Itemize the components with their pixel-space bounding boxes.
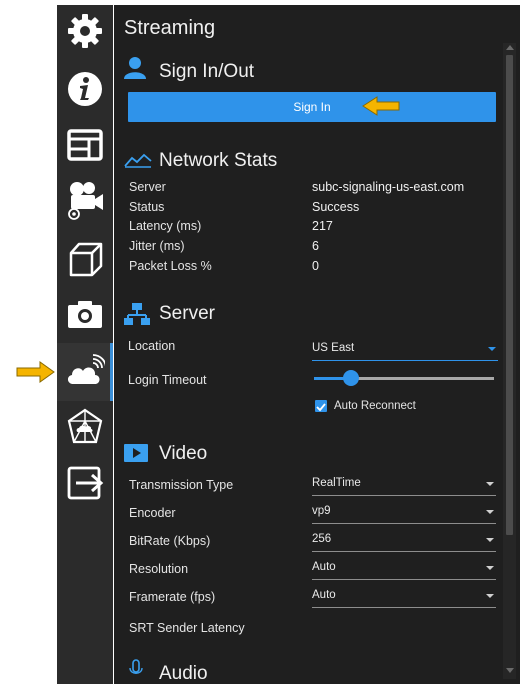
transmission-type-value: RealTime: [312, 477, 361, 489]
location-select[interactable]: US East: [312, 337, 498, 361]
icon-rail: [57, 5, 113, 684]
bitrate-value: 256: [312, 533, 332, 545]
chevron-down-icon: [486, 538, 494, 542]
framerate-label: Framerate (fps): [129, 590, 216, 604]
stat-value-packet-loss: 0: [312, 259, 319, 273]
resolution-select[interactable]: Auto: [312, 556, 496, 580]
checkmark-icon: [316, 403, 326, 412]
camera-icon[interactable]: [65, 294, 105, 334]
auto-reconnect-label[interactable]: Auto Reconnect: [334, 400, 416, 412]
location-label: Location: [128, 339, 176, 353]
chevron-down-icon: [488, 347, 496, 351]
chevron-down-icon: [486, 594, 494, 598]
srt-latency-label: SRT Sender Latency: [129, 621, 245, 635]
encoder-value: vp9: [312, 505, 331, 517]
select-underline: [312, 607, 496, 608]
timeout-slider-thumb[interactable]: [343, 370, 359, 386]
signin-section-title: Sign In/Out: [159, 61, 255, 82]
chevron-down-icon: [486, 510, 494, 514]
chart-line-icon: [124, 153, 152, 168]
stat-label-latency: Latency (ms): [129, 219, 202, 233]
microphone-icon: [129, 659, 143, 674]
cloud-streaming-icon[interactable]: [65, 351, 105, 391]
select-underline: [312, 551, 496, 552]
encoder-label: Encoder: [129, 506, 176, 520]
select-underline: [312, 495, 496, 496]
audio-section-title: Audio: [159, 663, 208, 684]
network-shield-icon[interactable]: [65, 407, 105, 447]
server-section-title: Server: [159, 303, 215, 324]
network-stats-title: Network Stats: [159, 150, 278, 171]
stat-value-latency: 217: [312, 219, 333, 233]
video-section-title: Video: [159, 443, 208, 464]
resolution-value: Auto: [312, 561, 336, 573]
gear-icon[interactable]: [65, 11, 105, 51]
scrollbar-thumb[interactable]: [506, 55, 513, 535]
select-underline: [312, 579, 496, 580]
server-network-icon: [124, 303, 150, 325]
user-icon: [124, 57, 146, 79]
bitrate-select[interactable]: 256: [312, 528, 496, 552]
camera-settings-icon[interactable]: [65, 179, 105, 223]
stat-label-server: Server: [129, 180, 166, 194]
streaming-panel: Streaming Sign In/Out Sign In Network St…: [114, 5, 520, 684]
bitrate-label: BitRate (Kbps): [129, 534, 211, 548]
page-title: Streaming: [124, 17, 216, 39]
exit-icon[interactable]: [65, 463, 105, 503]
framerate-value: Auto: [312, 589, 336, 601]
chevron-down-icon: [486, 482, 494, 486]
stat-value-status: Success: [312, 200, 360, 214]
callout-arrow-left-icon: [362, 96, 400, 116]
scrollbar[interactable]: [503, 43, 516, 679]
select-underline: [312, 523, 496, 524]
scroll-up-icon[interactable]: [506, 45, 514, 50]
location-value: US East: [312, 342, 355, 354]
resolution-label: Resolution: [129, 562, 189, 576]
transmission-type-select[interactable]: RealTime: [312, 472, 496, 496]
stat-label-jitter: Jitter (ms): [129, 239, 185, 253]
stat-label-status: Status: [129, 200, 165, 214]
sign-in-button[interactable]: Sign In: [128, 92, 496, 122]
auto-reconnect-checkbox[interactable]: [315, 400, 327, 412]
callout-arrow-icon: [16, 361, 55, 383]
stat-value-jitter: 6: [312, 239, 319, 253]
select-underline: [312, 360, 498, 361]
chevron-down-icon: [486, 566, 494, 570]
stat-label-packet-loss: Packet Loss %: [129, 259, 212, 273]
framerate-select[interactable]: Auto: [312, 584, 496, 608]
layout-icon[interactable]: [65, 125, 105, 165]
login-timeout-label: Login Timeout: [128, 373, 207, 387]
stat-value-server: subc-signaling-us-east.com: [312, 180, 465, 194]
scroll-down-icon[interactable]: [506, 668, 514, 673]
info-icon[interactable]: [65, 69, 105, 109]
selected-indicator: [110, 343, 113, 401]
cube-icon[interactable]: [65, 239, 105, 279]
video-play-icon: [124, 444, 148, 462]
encoder-select[interactable]: vp9: [312, 500, 496, 524]
transmission-type-label: Transmission Type: [129, 478, 234, 492]
